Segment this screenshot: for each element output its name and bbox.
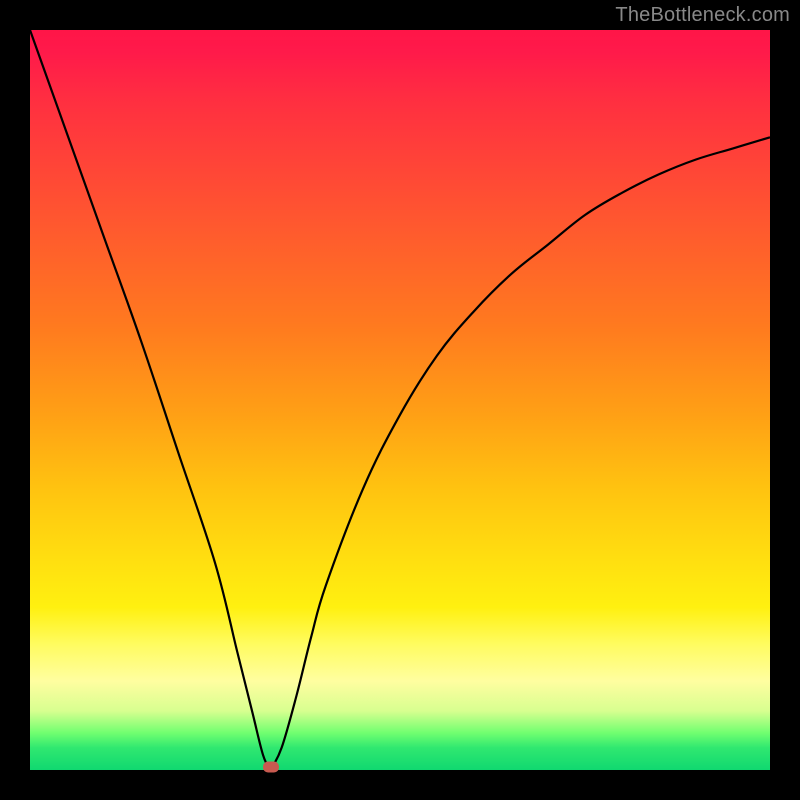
watermark-text: TheBottleneck.com	[615, 4, 790, 27]
chart-container: TheBottleneck.com	[0, 0, 800, 800]
curve-svg	[30, 30, 770, 770]
plot-area	[30, 30, 770, 770]
bottleneck-curve	[30, 30, 770, 770]
optimal-marker	[263, 762, 279, 773]
